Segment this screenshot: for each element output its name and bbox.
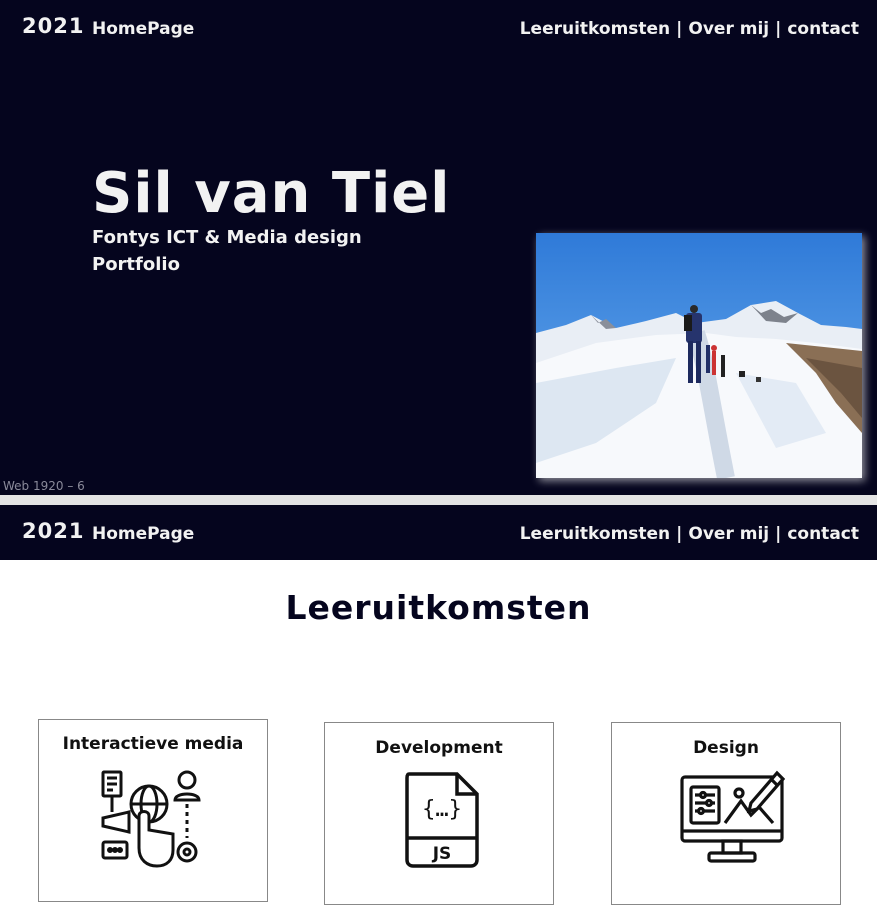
- nav-link-contact[interactable]: contact: [787, 524, 859, 544]
- section-title: Leeruitkomsten: [285, 588, 592, 627]
- top-nav: Leeruitkomsten | Over mij | contact: [520, 19, 859, 39]
- js-file-icon: JS {…}: [405, 772, 479, 868]
- homepage-link[interactable]: HomePage: [92, 524, 194, 544]
- card-design[interactable]: Design: [611, 722, 841, 905]
- top-nav: Leeruitkomsten | Over mij | contact: [520, 524, 859, 544]
- card-interactieve-media[interactable]: Interactieve media: [38, 719, 268, 902]
- card-title: Design: [693, 738, 759, 758]
- nav-separator: |: [676, 524, 683, 544]
- svg-text:JS: JS: [432, 844, 452, 864]
- year-label: 2021: [22, 519, 85, 543]
- nav-link-leeruitkomsten[interactable]: Leeruitkomsten: [520, 19, 670, 39]
- hero-portfolio-label: Portfolio: [92, 254, 180, 275]
- nav-separator: |: [775, 19, 782, 39]
- design-monitor-icon: [680, 770, 785, 863]
- header-bar: 2021 HomePage Leeruitkomsten | Over mij | co…: [0, 505, 877, 560]
- nav-link-over-mij[interactable]: Over mij: [688, 19, 769, 39]
- nav-link-contact[interactable]: contact: [787, 19, 859, 39]
- artboard-label: Web 1920 – 6: [3, 479, 85, 493]
- mountain-hikers-photo: [536, 233, 862, 478]
- svg-text:{…}: {…}: [422, 797, 462, 822]
- nav-link-leeruitkomsten[interactable]: Leeruitkomsten: [520, 524, 670, 544]
- homepage-link[interactable]: HomePage: [92, 19, 194, 39]
- card-title: Interactieve media: [62, 734, 244, 754]
- artboard-divider: [0, 495, 877, 505]
- hero-name: Sil van Tiel: [92, 161, 451, 226]
- hero-subtitle: Fontys ICT & Media design: [92, 227, 362, 248]
- card-development[interactable]: Development JS {…}: [324, 722, 554, 905]
- card-title: Development: [375, 738, 503, 758]
- interactive-media-icon: [101, 770, 201, 868]
- nav-separator: |: [775, 524, 782, 544]
- hero-section: 2021 HomePage Leeruitkomsten | Over mij | co…: [0, 0, 877, 495]
- year-label: 2021: [22, 14, 85, 38]
- nav-separator: |: [676, 19, 683, 39]
- photo-illustration: [536, 233, 862, 478]
- nav-link-over-mij[interactable]: Over mij: [688, 524, 769, 544]
